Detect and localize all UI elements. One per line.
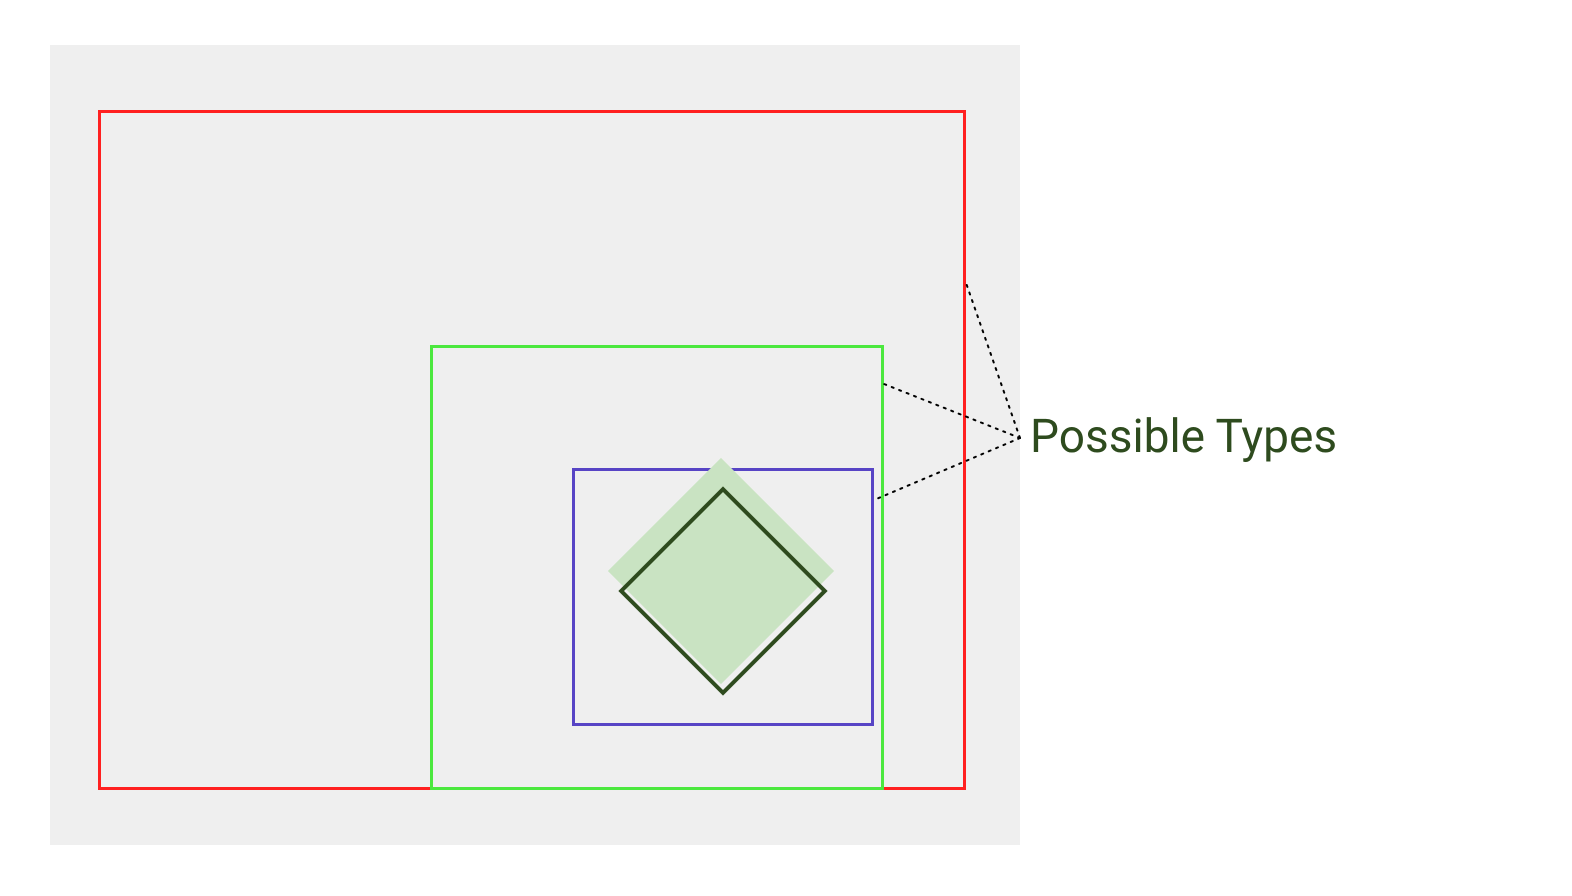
diagram-background [50,45,1020,845]
possible-types-label: Possible Types [1030,410,1337,464]
